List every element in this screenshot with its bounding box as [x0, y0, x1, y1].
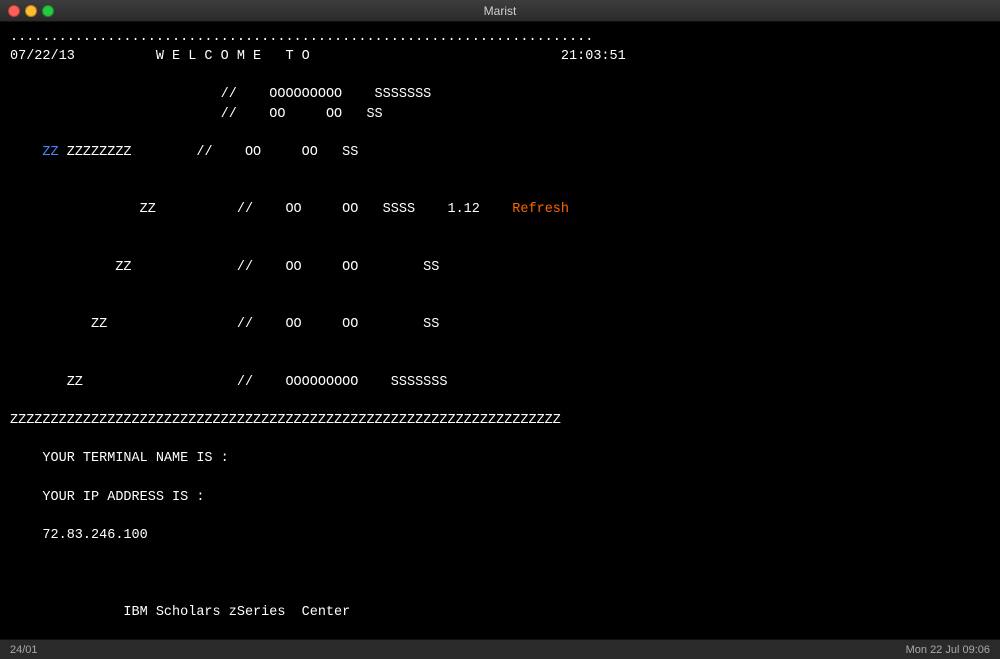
date-welcome-line: 07/22/13 W E L C O M E T O 21:03:51 [10, 47, 990, 66]
status-bar: 24/01 Mon 22 Jul 09:06 [0, 639, 1000, 659]
maximize-button[interactable] [42, 5, 54, 17]
art-line-3: ZZ ZZZZZZZZ // OO OO SS [10, 124, 990, 181]
terminal-ip-line: YOUR TERMINAL NAME IS : YOUR IP ADDRESS … [10, 430, 990, 564]
close-button[interactable] [8, 5, 20, 17]
window-controls[interactable] [8, 5, 54, 17]
minimize-button[interactable] [25, 5, 37, 17]
blank-line-2 [10, 564, 990, 583]
refresh-text: Refresh [512, 202, 569, 217]
dots-line: ........................................… [10, 28, 990, 47]
blank-line-1 [10, 66, 990, 85]
window-title: Marist [484, 4, 517, 18]
art-line-2: // OO OO SS [10, 105, 990, 124]
art-line-8: ZZZZZZZZZZZZZZZZZZZZZZZZZZZZZZZZZZZZZZZZ… [10, 411, 990, 430]
terminal-area[interactable]: ........................................… [0, 22, 1000, 639]
art-line-7: ZZ // OOOOOOOOO SSSSSSS [10, 354, 990, 411]
title-bar: Marist [0, 0, 1000, 22]
art-line-1: // OOOOOOOOO SSSSSSS [10, 85, 990, 104]
art-line-6: ZZ // OO OO SS [10, 296, 990, 353]
status-right: Mon 22 Jul 09:06 [906, 644, 990, 656]
art-line-5: ZZ // OO OO SS [10, 239, 990, 296]
zz-blue: ZZ [42, 145, 58, 160]
ibm-scholars-line: IBM Scholars zSeries Center [10, 584, 990, 639]
status-left: 24/01 [10, 644, 38, 656]
art-line-4: ZZ // OO OO SSSS 1.12 Refresh [10, 181, 990, 238]
